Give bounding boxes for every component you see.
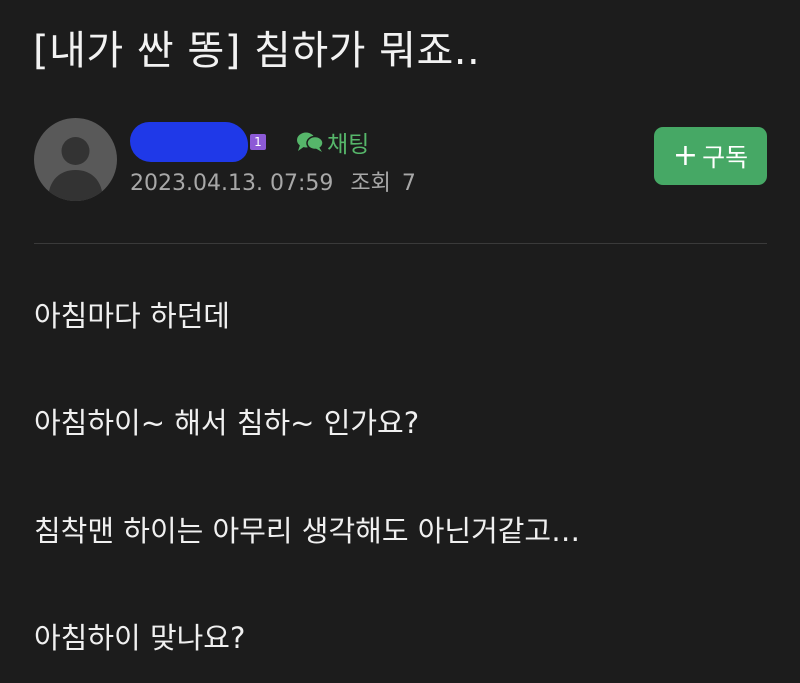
default-user-icon	[48, 137, 103, 201]
post-header: 1 채팅 2023.04.13. 07:59 조회 7 + 구독	[34, 118, 767, 203]
body-paragraph: 아침마다 하던데	[34, 299, 230, 333]
subscribe-button[interactable]: + 구독	[654, 127, 767, 185]
post-title: [내가 싼 똥] 침하가 뭐죠..	[33, 28, 481, 74]
views-count: 7	[401, 171, 416, 196]
level-badge: 1	[250, 134, 266, 150]
body-paragraph: 아침하이~ 해서 침하~ 인가요?	[34, 406, 420, 440]
author-line: 1 채팅	[130, 122, 369, 162]
author-name-redacted[interactable]	[130, 122, 248, 162]
subscribe-label: 구독	[702, 143, 749, 172]
post-meta: 2023.04.13. 07:59 조회 7	[130, 165, 416, 197]
post-date: 2023.04.13. 07:59	[130, 171, 334, 196]
header-divider	[34, 243, 767, 244]
plus-icon: +	[672, 138, 699, 173]
body-paragraph: 아침하이 맞나요?	[34, 621, 246, 655]
author-avatar[interactable]	[34, 118, 117, 201]
chat-label: 채팅	[327, 132, 370, 158]
body-paragraph: 침착맨 하이는 아무리 생각해도 아닌거같고…	[34, 514, 581, 548]
chat-link[interactable]: 채팅	[296, 125, 369, 159]
views-label: 조회	[350, 171, 391, 196]
chat-bubbles-icon	[297, 132, 324, 152]
